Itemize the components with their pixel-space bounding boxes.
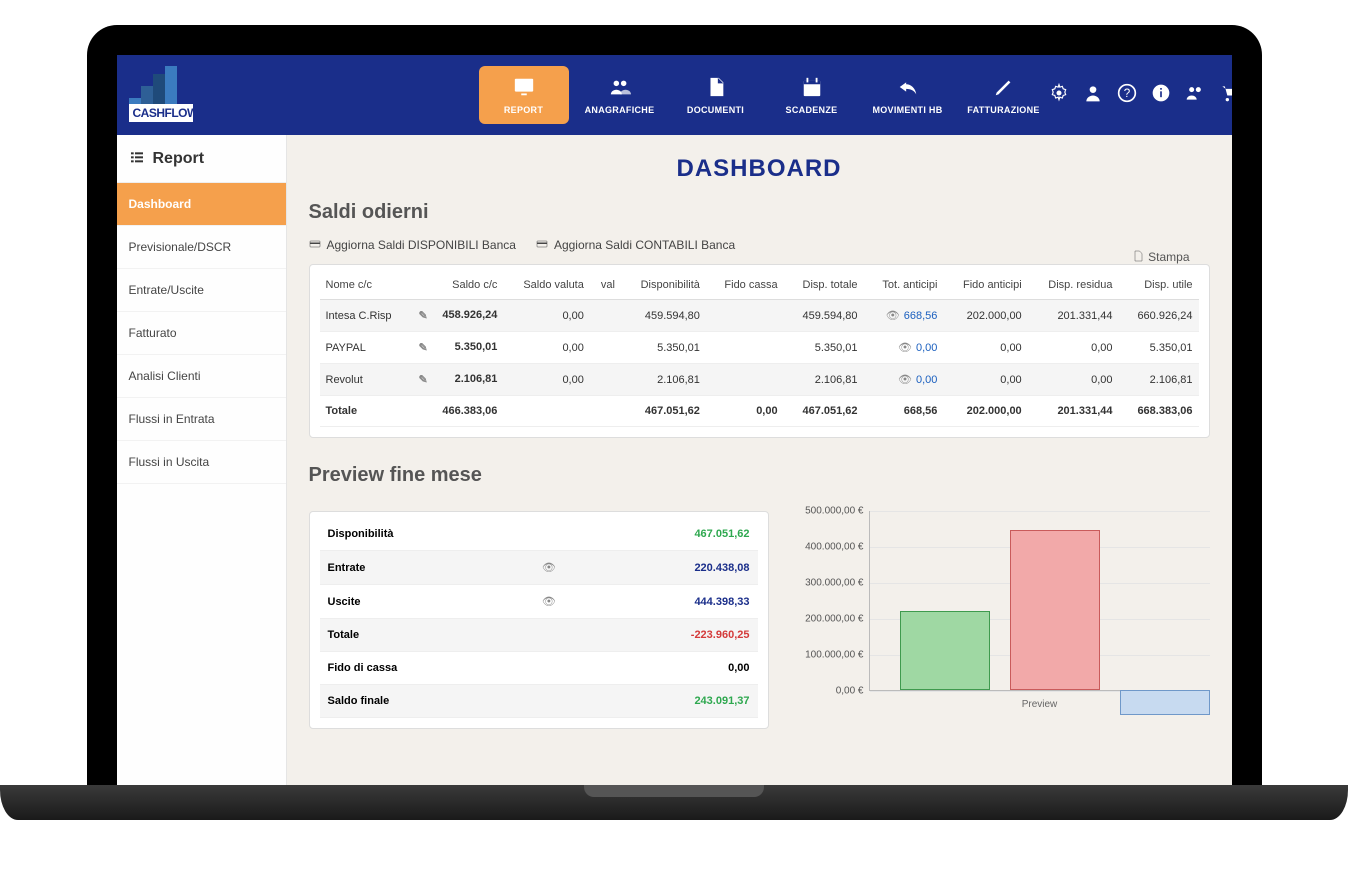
preview-table: Disponibilità467.051,62Entrate👁220.438,0… bbox=[320, 518, 758, 718]
preview-row: Disponibilità467.051,62 bbox=[320, 518, 758, 551]
eye-icon[interactable]: 👁 bbox=[542, 562, 556, 574]
team-icon[interactable] bbox=[1185, 83, 1205, 107]
y-tick-label: 300.000,00 € bbox=[789, 578, 864, 589]
nav-documenti[interactable]: DOCUMENTI bbox=[671, 66, 761, 124]
eye-icon[interactable]: 👁 bbox=[886, 310, 900, 322]
y-tick-label: 500.000,00 € bbox=[789, 506, 864, 517]
refresh-contabili[interactable]: Aggiorna Saldi CONTABILI Banca bbox=[536, 238, 735, 252]
nav-fatturazione[interactable]: FATTURAZIONE bbox=[959, 66, 1049, 124]
card-icon bbox=[309, 238, 321, 252]
y-tick-label: 200.000,00 € bbox=[789, 614, 864, 625]
sidebar-title: Report bbox=[117, 135, 286, 183]
edit-icon[interactable]: ✎ bbox=[419, 309, 428, 322]
table-row: PAYPAL✎5.350,010,005.350,015.350,01👁0,00… bbox=[320, 332, 1199, 364]
print-button[interactable]: Stampa bbox=[1132, 250, 1189, 264]
y-tick-label: 100.000,00 € bbox=[789, 650, 864, 661]
col-header: Disp. residua bbox=[1028, 271, 1119, 300]
nav-label: DOCUMENTI bbox=[687, 105, 744, 115]
nav-label: FATTURAZIONE bbox=[967, 105, 1039, 115]
brand-text: CASHFLOW bbox=[129, 104, 193, 122]
sidebar-item-flussi-uscita[interactable]: Flussi in Uscita bbox=[117, 441, 286, 484]
file-icon bbox=[705, 76, 727, 102]
reply-icon bbox=[897, 76, 919, 102]
nav-report[interactable]: REPORT bbox=[479, 66, 569, 124]
brand-logo[interactable]: CASHFLOW bbox=[129, 70, 179, 120]
preview-row: Totale-223.960,25 bbox=[320, 619, 758, 652]
topbar: CASHFLOW REPORT ANAGRAFICHE DOCUMENTI SC… bbox=[117, 55, 1232, 135]
eye-icon[interactable]: 👁 bbox=[542, 596, 556, 608]
help-icon[interactable]: ? bbox=[1117, 83, 1137, 107]
laptop-base bbox=[0, 785, 1348, 820]
preview-row: Uscite👁444.398,33 bbox=[320, 585, 758, 619]
saldi-table: Nome c/cSaldo c/cSaldo valutavalDisponib… bbox=[320, 271, 1199, 427]
chart-bar bbox=[1010, 530, 1100, 690]
preview-chart: Preview 0,00 €100.000,00 €200.000,00 €30… bbox=[789, 511, 1210, 721]
sidebar-item-fatturato[interactable]: Fatturato bbox=[117, 312, 286, 355]
sidebar-item-entrate-uscite[interactable]: Entrate/Uscite bbox=[117, 269, 286, 312]
users-icon bbox=[609, 76, 631, 102]
col-header: Fido cassa bbox=[706, 271, 784, 300]
sidebar-item-flussi-entrata[interactable]: Flussi in Entrata bbox=[117, 398, 286, 441]
main-content: Stampa DASHBOARD Saldi odierni Aggiorna … bbox=[287, 135, 1232, 785]
sidebar-item-previsionale[interactable]: Previsionale/DSCR bbox=[117, 226, 286, 269]
eye-icon[interactable]: 👁 bbox=[898, 342, 912, 354]
preview-heading: Preview fine mese bbox=[309, 464, 1210, 487]
nav-label: ANAGRAFICHE bbox=[585, 105, 655, 115]
nav-label: REPORT bbox=[504, 105, 543, 115]
sidebar-item-analisi-clienti[interactable]: Analisi Clienti bbox=[117, 355, 286, 398]
monitor-icon bbox=[513, 76, 535, 102]
nav-label: SCADENZE bbox=[786, 105, 838, 115]
svg-text:?: ? bbox=[1123, 87, 1130, 100]
eye-icon[interactable]: 👁 bbox=[898, 374, 912, 386]
preview-row: Saldo finale243.091,37 bbox=[320, 685, 758, 718]
col-header: Saldo c/c bbox=[413, 271, 504, 300]
refresh-disponibili[interactable]: Aggiorna Saldi DISPONIBILI Banca bbox=[309, 238, 516, 252]
page-title: DASHBOARD bbox=[309, 155, 1210, 183]
card-icon bbox=[536, 238, 548, 252]
chart-bar bbox=[900, 611, 990, 690]
nav-anagrafiche[interactable]: ANAGRAFICHE bbox=[575, 66, 665, 124]
col-header: Nome c/c bbox=[320, 271, 413, 300]
table-total-row: Totale466.383,06467.051,620,00467.051,62… bbox=[320, 396, 1199, 427]
sidebar: Report Dashboard Previsionale/DSCR Entra… bbox=[117, 135, 287, 785]
y-tick-label: 400.000,00 € bbox=[789, 542, 864, 553]
col-header: val bbox=[590, 271, 621, 300]
nav-label: MOVIMENTI HB bbox=[872, 105, 942, 115]
y-tick-label: 0,00 € bbox=[789, 686, 864, 697]
gears-icon[interactable] bbox=[1049, 83, 1069, 107]
table-row: Revolut✎2.106,810,002.106,812.106,81👁0,0… bbox=[320, 364, 1199, 396]
saldi-panel: Nome c/cSaldo c/cSaldo valutavalDisponib… bbox=[309, 264, 1210, 438]
preview-row: Fido di cassa0,00 bbox=[320, 652, 758, 685]
pdf-icon bbox=[1132, 250, 1144, 264]
info-icon[interactable] bbox=[1151, 83, 1171, 107]
top-icon-bar: ? bbox=[1049, 83, 1232, 107]
cart-icon[interactable] bbox=[1219, 83, 1232, 107]
table-row: Intesa C.Risp✎458.926,240,00459.594,8045… bbox=[320, 300, 1199, 332]
col-header: Disp. totale bbox=[784, 271, 864, 300]
calendar-icon bbox=[801, 76, 823, 102]
pencil-icon bbox=[993, 76, 1015, 102]
edit-icon[interactable]: ✎ bbox=[419, 341, 428, 354]
chart-bar bbox=[1120, 690, 1210, 715]
col-header: Saldo valuta bbox=[503, 271, 589, 300]
main-nav: REPORT ANAGRAFICHE DOCUMENTI SCADENZE MO… bbox=[479, 66, 1049, 124]
sidebar-item-dashboard[interactable]: Dashboard bbox=[117, 183, 286, 226]
user-icon[interactable] bbox=[1083, 83, 1103, 107]
saldi-heading: Saldi odierni bbox=[309, 201, 1210, 224]
list-icon bbox=[129, 149, 145, 168]
col-header: Fido anticipi bbox=[943, 271, 1027, 300]
col-header: Tot. anticipi bbox=[864, 271, 944, 300]
nav-movimenti[interactable]: MOVIMENTI HB bbox=[863, 66, 953, 124]
nav-scadenze[interactable]: SCADENZE bbox=[767, 66, 857, 124]
preview-row: Entrate👁220.438,08 bbox=[320, 551, 758, 585]
edit-icon[interactable]: ✎ bbox=[419, 373, 428, 386]
preview-panel: Disponibilità467.051,62Entrate👁220.438,0… bbox=[309, 511, 769, 729]
col-header: Disponibilità bbox=[621, 271, 706, 300]
col-header: Disp. utile bbox=[1119, 271, 1199, 300]
